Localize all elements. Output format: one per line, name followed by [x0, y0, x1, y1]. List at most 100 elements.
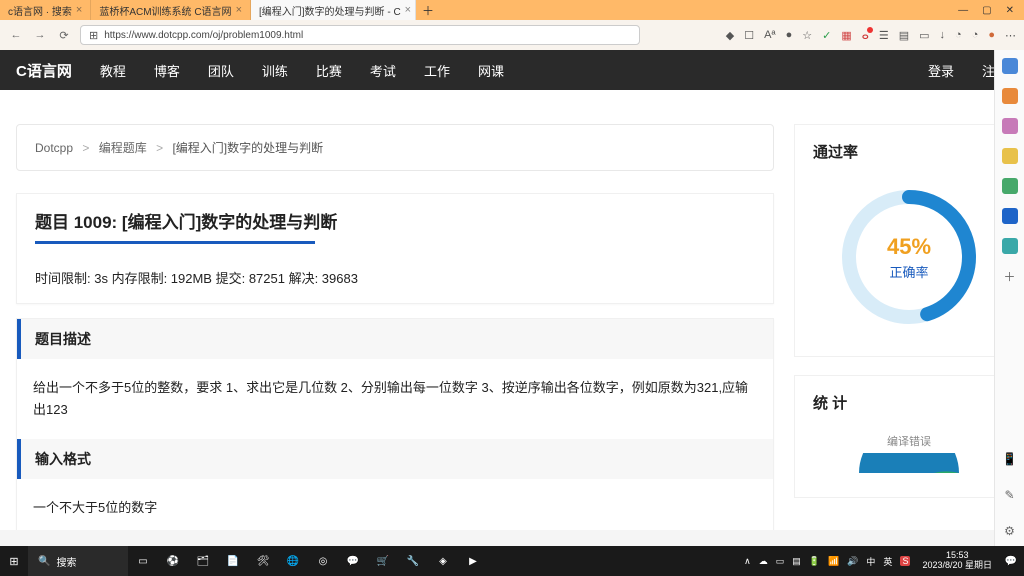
settings-icon[interactable]: ⚙ — [1004, 524, 1015, 538]
window-maximize-button[interactable]: ▢ — [982, 5, 991, 16]
problem-title: 题目 1009: [编程入门]数字的处理与判断 — [35, 208, 755, 233]
tab-label: c语言网 · 搜索 — [8, 3, 72, 18]
taskbar-search[interactable]: 🔍搜索 — [28, 546, 128, 576]
refresh-button[interactable]: ⟳ — [56, 29, 72, 42]
tray-icon[interactable]: 🔋 — [809, 556, 820, 567]
more-icon[interactable]: ⋯ — [1005, 29, 1016, 42]
forward-button[interactable]: → — [32, 29, 48, 41]
passrate-card: 通过率 45% 正确率 — [794, 124, 1024, 357]
wechat-icon[interactable]: 💬 — [338, 546, 368, 576]
tray-ime[interactable]: 英 — [883, 555, 892, 568]
shield-icon[interactable]: ◆ — [726, 29, 734, 42]
star-icon[interactable]: ☆ — [802, 29, 812, 42]
cast-icon[interactable]: ◔ — [972, 29, 979, 41]
tab-label: [编程入门]数字的处理与判断 - C — [259, 3, 401, 18]
breadcrumb-mid[interactable]: 编程题库 — [99, 141, 147, 155]
start-button[interactable]: ⊞ — [0, 546, 28, 576]
section-description: 题目描述 给出一个不多于5位的整数，要求 1、求出它是几位数 2、分别输出每一位… — [16, 318, 774, 530]
stats-label: 编译错误 — [887, 433, 931, 449]
title-underline — [35, 241, 315, 244]
browser-tab-2[interactable]: [编程入门]数字的处理与判断 - C × — [251, 0, 416, 20]
app-icon[interactable]: 🛠 — [248, 546, 278, 576]
taskbar-clock[interactable]: 15:53 2023/8/20 星期日 — [916, 551, 998, 571]
browser-tab-1[interactable]: 蓝桥杯ACM训练系统 C语言网 × — [91, 0, 251, 20]
translate-icon[interactable]: Aª — [764, 29, 775, 41]
nav-item-team[interactable]: 团队 — [208, 61, 234, 80]
stats-pie-icon — [839, 453, 979, 473]
phone-icon[interactable]: 📱 — [1002, 452, 1017, 466]
tab-close-icon[interactable]: × — [405, 4, 411, 16]
volume-icon[interactable]: 🔊 — [847, 556, 858, 567]
youtube-icon[interactable]: ▶ — [458, 546, 488, 576]
avatar-icon[interactable]: ● — [988, 29, 995, 41]
nav-item-work[interactable]: 工作 — [424, 61, 450, 80]
search-icon: 🔍 — [38, 556, 50, 567]
edit-icon[interactable]: ✎ — [1004, 488, 1014, 502]
cube-icon[interactable]: ☐ — [744, 29, 754, 42]
tray-icon[interactable]: ▤ — [792, 556, 801, 567]
tray-icon[interactable]: ☁ — [759, 556, 768, 567]
nav-item-course[interactable]: 网课 — [478, 61, 504, 80]
url-input[interactable]: ⊞ https://www.dotcpp.com/oj/problem1009.… — [80, 25, 640, 45]
back-button[interactable]: ← — [8, 29, 24, 41]
sheets-icon[interactable] — [1002, 178, 1018, 194]
system-tray[interactable]: ∧ ☁ ▭ ▤ 🔋 📶 🔊 中 英 S — [738, 555, 916, 568]
nav-item-blog[interactable]: 博客 — [154, 61, 180, 80]
app-icon[interactable]: 📄 — [218, 546, 248, 576]
outlook-icon[interactable] — [1002, 208, 1018, 224]
chrome-icon[interactable]: ◎ — [308, 546, 338, 576]
tab-close-icon[interactable]: × — [76, 4, 82, 16]
site-brand[interactable]: C语言网 — [16, 60, 72, 81]
record-icon[interactable]: ● — [786, 29, 793, 41]
add-tool-button[interactable]: ＋ — [1003, 268, 1015, 285]
check-icon[interactable]: ✓ — [822, 29, 831, 42]
chat-icon[interactable] — [1002, 58, 1018, 74]
star-panel-icon[interactable] — [1002, 148, 1018, 164]
grid-icon[interactable]: ▦ — [841, 29, 851, 42]
browser-tab-0[interactable]: c语言网 · 搜索 × — [0, 0, 91, 20]
window-close-button[interactable]: ✕ — [1006, 5, 1014, 16]
app-icon[interactable]: 🔧 — [398, 546, 428, 576]
vs-icon[interactable]: ◈ — [428, 546, 458, 576]
bag-icon[interactable]: ⴰ — [862, 29, 869, 42]
clock-date: 2023/8/20 星期日 — [922, 561, 992, 571]
download-icon[interactable]: ↓ — [940, 29, 946, 41]
browser-addressbar: ← → ⟳ ⊞ https://www.dotcpp.com/oj/proble… — [0, 20, 1024, 50]
edge-icon[interactable]: 🌐 — [278, 546, 308, 576]
gauge-label: 正确率 — [889, 262, 928, 281]
section-body-input: 一个不大于5位的数字 — [17, 479, 773, 530]
gift-icon[interactable]: ▤ — [899, 29, 909, 42]
stats-head: 统 计 — [813, 392, 1005, 413]
tray-icon[interactable]: ▭ — [776, 556, 785, 567]
section-head-desc: 题目描述 — [17, 319, 773, 359]
wifi-icon[interactable]: 📶 — [828, 556, 839, 567]
tray-up-icon[interactable]: ∧ — [744, 556, 751, 567]
ext-icon[interactable]: ☰ — [879, 29, 889, 42]
nav-item-contest[interactable]: 比赛 — [316, 61, 342, 80]
people-icon[interactable] — [1002, 118, 1018, 134]
app-icon[interactable]: ⚽ — [158, 546, 188, 576]
explorer-icon[interactable]: 🗂 — [188, 546, 218, 576]
breadcrumb-leaf: [编程入门]数字的处理与判断 — [172, 141, 323, 155]
gauge-percent: 45% — [887, 234, 931, 260]
notification-button[interactable]: 💬 — [998, 546, 1024, 576]
taskview-icon[interactable]: ▭ — [128, 546, 158, 576]
app-icon[interactable]: 🛒 — [368, 546, 398, 576]
new-tab-button[interactable]: ＋ — [416, 2, 440, 19]
stats-card: 统 计 编译错误 — [794, 375, 1024, 498]
tab-label: 蓝桥杯ACM训练系统 C语言网 — [99, 3, 231, 18]
tab-close-icon[interactable]: × — [236, 4, 242, 16]
shop-icon[interactable] — [1002, 88, 1018, 104]
nav-login[interactable]: 登录 — [928, 61, 954, 80]
window-minimize-button[interactable]: — — [958, 5, 968, 16]
teams-icon[interactable] — [1002, 238, 1018, 254]
nav-item-train[interactable]: 训练 — [262, 61, 288, 80]
sogou-icon[interactable]: S — [900, 556, 910, 566]
breadcrumb-home[interactable]: Dotcpp — [35, 141, 73, 155]
tray-lang[interactable]: 中 — [866, 555, 875, 568]
windows-taskbar: ⊞ 🔍搜索 ▭ ⚽ 🗂 📄 🛠 🌐 ◎ 💬 🛒 🔧 ◈ ▶ ∧ ☁ ▭ ▤ 🔋 … — [0, 546, 1024, 576]
ufo-icon[interactable]: ◔ — [955, 29, 962, 41]
nav-item-exam[interactable]: 考试 — [370, 61, 396, 80]
book-icon[interactable]: ▭ — [919, 29, 929, 42]
nav-item-tutorial[interactable]: 教程 — [100, 61, 126, 80]
